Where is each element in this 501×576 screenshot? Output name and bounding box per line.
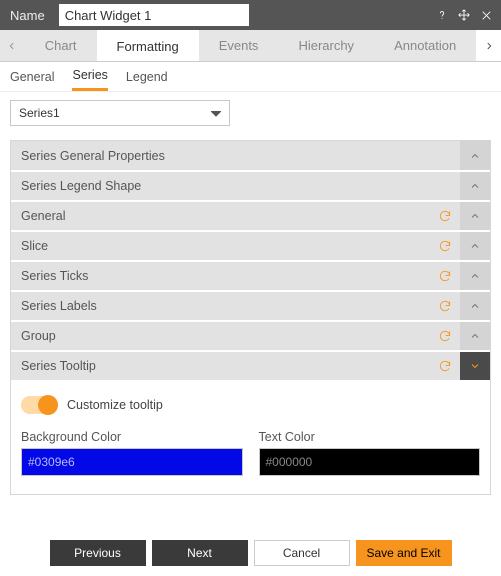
tabs-scroll-right[interactable] — [476, 30, 501, 61]
title-bar: Name — [0, 0, 501, 30]
series-dropdown[interactable]: Series1 — [10, 100, 230, 126]
chevron-up-icon[interactable] — [460, 292, 490, 320]
tab-chart[interactable]: Chart — [25, 30, 97, 61]
customize-tooltip-toggle[interactable] — [21, 396, 57, 414]
tab-events[interactable]: Events — [199, 30, 279, 61]
background-color-picker[interactable]: #0309e6 — [21, 448, 243, 476]
refresh-icon[interactable] — [430, 352, 460, 380]
refresh-icon[interactable] — [430, 202, 460, 230]
tab-annotation[interactable]: Annotation — [374, 30, 476, 61]
text-color-label: Text Color — [259, 430, 481, 444]
tab-hierarchy[interactable]: Hierarchy — [278, 30, 374, 61]
acc-series-general-properties[interactable]: Series General Properties — [11, 141, 490, 171]
acc-series-legend-shape[interactable]: Series Legend Shape — [11, 171, 490, 201]
refresh-icon[interactable] — [430, 322, 460, 350]
text-color-picker[interactable]: #000000 — [259, 448, 481, 476]
tab-formatting[interactable]: Formatting — [97, 30, 199, 61]
sub-tabs: General Series Legend — [0, 62, 501, 92]
customize-tooltip-label: Customize tooltip — [67, 398, 163, 412]
acc-series-tooltip[interactable]: Series Tooltip — [11, 351, 490, 381]
refresh-icon[interactable] — [430, 232, 460, 260]
tabs-scroll-left[interactable] — [0, 30, 25, 61]
chevron-up-icon[interactable] — [460, 172, 490, 200]
subtab-legend[interactable]: Legend — [126, 64, 168, 90]
refresh-icon[interactable] — [430, 262, 460, 290]
acc-series-labels[interactable]: Series Labels — [11, 291, 490, 321]
move-icon[interactable] — [455, 6, 473, 24]
chevron-up-icon[interactable] — [460, 141, 490, 170]
chevron-down-icon[interactable] — [460, 352, 490, 380]
chevron-down-icon — [211, 106, 221, 120]
name-label: Name — [10, 8, 45, 23]
acc-general[interactable]: General — [11, 201, 490, 231]
refresh-icon[interactable] — [430, 292, 460, 320]
subtab-general[interactable]: General — [10, 64, 54, 90]
acc-group[interactable]: Group — [11, 321, 490, 351]
help-icon[interactable] — [433, 6, 451, 24]
chevron-up-icon[interactable] — [460, 262, 490, 290]
background-color-label: Background Color — [21, 430, 243, 444]
acc-series-ticks[interactable]: Series Ticks — [11, 261, 490, 291]
next-button[interactable]: Next — [152, 540, 248, 566]
save-and-exit-button[interactable]: Save and Exit — [356, 540, 452, 566]
footer-buttons: Previous Next Cancel Save and Exit — [0, 540, 501, 566]
acc-slice[interactable]: Slice — [11, 231, 490, 261]
name-input[interactable] — [59, 4, 249, 26]
accordion: Series General Properties Series Legend … — [10, 140, 491, 495]
main-tabs: Chart Formatting Events Hierarchy Annota… — [0, 30, 501, 62]
close-icon[interactable] — [477, 6, 495, 24]
series-tooltip-panel: Customize tooltip Background Color #0309… — [11, 381, 490, 494]
subtab-series[interactable]: Series — [72, 62, 107, 91]
previous-button[interactable]: Previous — [50, 540, 146, 566]
chevron-up-icon[interactable] — [460, 322, 490, 350]
series-dropdown-value: Series1 — [19, 106, 60, 120]
cancel-button[interactable]: Cancel — [254, 540, 350, 566]
chevron-up-icon[interactable] — [460, 232, 490, 260]
chevron-up-icon[interactable] — [460, 202, 490, 230]
content-area: Series1 Series General Properties Series… — [0, 92, 501, 505]
